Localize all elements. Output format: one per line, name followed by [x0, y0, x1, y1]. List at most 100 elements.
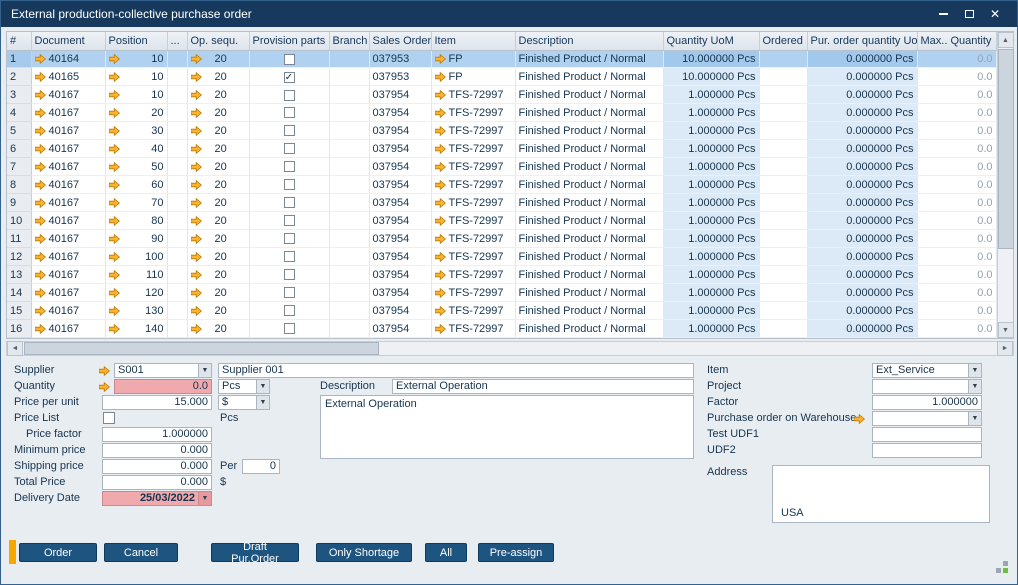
description-field[interactable]: External Operation	[392, 379, 694, 394]
link-arrow-icon[interactable]	[854, 413, 866, 425]
ordered-cell[interactable]	[759, 320, 807, 338]
link-arrow-icon[interactable]	[435, 144, 446, 154]
provision-parts-checkbox[interactable]	[284, 90, 295, 101]
link-arrow-icon[interactable]	[109, 180, 120, 190]
column-header[interactable]: Ordered	[759, 32, 807, 50]
position-cell[interactable]: 50	[105, 158, 167, 176]
item-cell[interactable]: TFS-72997	[431, 194, 515, 212]
quantity-cell[interactable]: 1.000000 Pcs	[663, 230, 759, 248]
provision-parts-checkbox[interactable]	[284, 269, 295, 280]
quantity-cell[interactable]: 1.000000 Pcs	[663, 284, 759, 302]
link-arrow-icon[interactable]	[191, 54, 202, 64]
table-row[interactable]: 164016714020037954TFS-72997Finished Prod…	[7, 320, 996, 338]
op-sequence-cell[interactable]: 20	[187, 302, 249, 320]
purchase-order-quantity-cell[interactable]: 0.000000 Pcs	[807, 230, 917, 248]
chevron-down-icon[interactable]: ▼	[256, 396, 269, 409]
op-sequence-cell[interactable]: 20	[187, 212, 249, 230]
description-cell[interactable]: Finished Product / Normal	[515, 212, 663, 230]
branch-cell[interactable]	[329, 176, 369, 194]
item-cell[interactable]: TFS-72997	[431, 122, 515, 140]
link-arrow-icon[interactable]	[191, 90, 202, 100]
max-quantity-cell[interactable]: 0.0	[917, 248, 996, 266]
row-number-cell[interactable]: 3	[7, 86, 31, 104]
provision-parts-checkbox[interactable]	[284, 125, 295, 136]
max-quantity-cell[interactable]: 0.0	[917, 284, 996, 302]
link-arrow-icon[interactable]	[109, 234, 120, 244]
item-cell[interactable]: TFS-72997	[431, 284, 515, 302]
branch-cell[interactable]	[329, 320, 369, 338]
branch-cell[interactable]	[329, 266, 369, 284]
quantity-cell[interactable]: 1.000000 Pcs	[663, 86, 759, 104]
dots-cell[interactable]	[167, 104, 187, 122]
branch-cell[interactable]	[329, 284, 369, 302]
position-cell[interactable]: 40	[105, 140, 167, 158]
link-arrow-icon[interactable]	[435, 306, 446, 316]
calendar-dropdown-icon[interactable]: ▼	[198, 492, 211, 505]
column-header[interactable]: #	[7, 32, 31, 50]
chevron-down-icon[interactable]: ▼	[968, 412, 981, 425]
dots-cell[interactable]	[167, 212, 187, 230]
document-cell[interactable]: 40167	[31, 266, 105, 284]
link-arrow-icon[interactable]	[35, 144, 46, 154]
udf2-field[interactable]	[872, 443, 982, 458]
link-arrow-icon[interactable]	[35, 72, 46, 82]
branch-cell[interactable]	[329, 140, 369, 158]
purchase-order-quantity-cell[interactable]: 0.000000 Pcs	[807, 158, 917, 176]
chevron-down-icon[interactable]: ▼	[968, 364, 981, 377]
link-arrow-icon[interactable]	[435, 324, 446, 334]
column-header[interactable]: Branch	[329, 32, 369, 50]
row-number-cell[interactable]: 8	[7, 176, 31, 194]
dots-cell[interactable]	[167, 50, 187, 68]
quantity-field[interactable]: 0.0	[114, 379, 212, 394]
purchase-order-quantity-cell[interactable]: 0.000000 Pcs	[807, 122, 917, 140]
provision-parts-cell[interactable]	[249, 158, 329, 176]
currency-select[interactable]: $ ▼	[218, 395, 270, 410]
position-cell[interactable]: 10	[105, 50, 167, 68]
link-arrow-icon[interactable]	[35, 324, 46, 334]
max-quantity-cell[interactable]: 0.0	[917, 158, 996, 176]
all-button[interactable]: All	[425, 543, 467, 562]
dots-cell[interactable]	[167, 320, 187, 338]
purchase-order-quantity-cell[interactable]: 0.000000 Pcs	[807, 266, 917, 284]
supplier-select[interactable]: S001 ▼	[114, 363, 212, 378]
position-cell[interactable]: 120	[105, 284, 167, 302]
link-arrow-icon[interactable]	[191, 126, 202, 136]
price-per-unit-field[interactable]: 15.000	[102, 395, 212, 410]
quantity-cell[interactable]: 1.000000 Pcs	[663, 194, 759, 212]
ordered-cell[interactable]	[759, 86, 807, 104]
table-row[interactable]: 11401679020037954TFS-72997Finished Produ…	[7, 230, 996, 248]
total-price-field[interactable]: 0.000	[102, 475, 212, 490]
maximize-button[interactable]	[957, 4, 981, 24]
description-cell[interactable]: Finished Product / Normal	[515, 122, 663, 140]
document-cell[interactable]: 40167	[31, 104, 105, 122]
row-number-cell[interactable]: 10	[7, 212, 31, 230]
provision-parts-cell[interactable]: ✓	[249, 68, 329, 86]
sales-order-cell[interactable]: 037954	[369, 104, 431, 122]
description-cell[interactable]: Finished Product / Normal	[515, 176, 663, 194]
link-arrow-icon[interactable]	[191, 324, 202, 334]
scroll-right-button[interactable]: ►	[997, 341, 1013, 356]
item-select[interactable]: Ext_Service ▼	[872, 363, 982, 378]
sales-order-cell[interactable]: 037954	[369, 140, 431, 158]
max-quantity-cell[interactable]: 0.0	[917, 212, 996, 230]
link-arrow-icon[interactable]	[191, 234, 202, 244]
link-arrow-icon[interactable]	[35, 180, 46, 190]
shipping-price-field[interactable]: 0.000	[102, 459, 212, 474]
description-cell[interactable]: Finished Product / Normal	[515, 50, 663, 68]
description-cell[interactable]: Finished Product / Normal	[515, 248, 663, 266]
branch-cell[interactable]	[329, 302, 369, 320]
sales-order-cell[interactable]: 037954	[369, 122, 431, 140]
link-arrow-icon[interactable]	[435, 252, 446, 262]
branch-cell[interactable]	[329, 194, 369, 212]
sales-order-cell[interactable]: 037954	[369, 212, 431, 230]
quantity-cell[interactable]: 1.000000 Pcs	[663, 266, 759, 284]
max-quantity-cell[interactable]: 0.0	[917, 176, 996, 194]
column-header[interactable]: Pur. order quantity UoM	[807, 32, 917, 50]
cancel-button[interactable]: Cancel	[104, 543, 178, 562]
row-number-cell[interactable]: 16	[7, 320, 31, 338]
provision-parts-cell[interactable]	[249, 302, 329, 320]
row-number-cell[interactable]: 2	[7, 68, 31, 86]
column-header[interactable]: Document	[31, 32, 105, 50]
link-arrow-icon[interactable]	[191, 144, 202, 154]
branch-cell[interactable]	[329, 86, 369, 104]
